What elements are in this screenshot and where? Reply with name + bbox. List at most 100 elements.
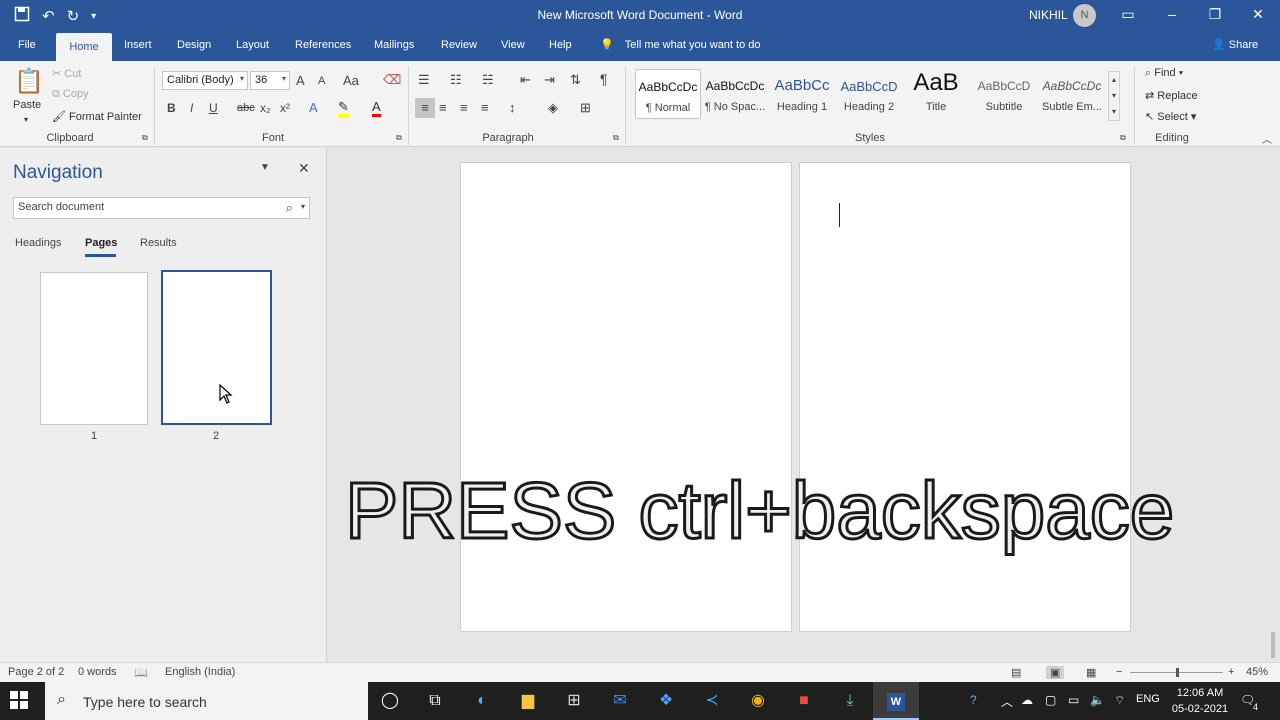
text-effects-icon[interactable]: A: [309, 100, 318, 115]
align-center-icon[interactable]: ≡: [439, 100, 447, 115]
word-taskbar-icon[interactable]: W: [873, 682, 919, 720]
zoom-in-icon[interactable]: +: [1228, 666, 1234, 678]
select-button[interactable]: ↖ Select ▾: [1145, 110, 1196, 123]
replace-button[interactable]: ⇄ Replace: [1145, 89, 1198, 102]
tab-headings[interactable]: Headings: [15, 237, 61, 249]
align-left-icon[interactable]: ≡: [415, 98, 435, 118]
windows-start-icon[interactable]: [10, 691, 28, 714]
tab-design[interactable]: Design: [177, 39, 211, 51]
chevron-down-icon[interactable]: ▼: [260, 162, 270, 173]
font-size-combo[interactable]: 36 ▾: [250, 71, 290, 90]
language[interactable]: English (India): [165, 666, 235, 678]
tab-home[interactable]: Home: [56, 33, 112, 61]
vscode-icon[interactable]: ≺: [689, 682, 735, 720]
shading-icon[interactable]: ◈: [548, 100, 558, 116]
strikethrough-button[interactable]: abc: [237, 102, 255, 114]
font-color-icon[interactable]: A: [372, 100, 381, 117]
paste-icon[interactable]: 📋: [14, 67, 44, 96]
store-icon[interactable]: ⊞: [551, 682, 597, 720]
tab-results[interactable]: Results: [140, 237, 177, 249]
show-hide-icon[interactable]: ¶: [600, 71, 608, 87]
numbering-icon[interactable]: ☷: [450, 72, 462, 88]
page-thumbnail-1[interactable]: [40, 272, 148, 425]
tab-references[interactable]: References: [295, 39, 351, 51]
vertical-scrollbar[interactable]: [1271, 632, 1275, 658]
paste-button[interactable]: Paste: [13, 99, 41, 111]
highlight-icon[interactable]: ✎: [338, 100, 349, 117]
chevron-up-icon[interactable]: ︿: [1001, 693, 1013, 710]
edge-icon[interactable]: ◐: [459, 682, 505, 720]
document-area[interactable]: [328, 148, 1280, 662]
device-icon[interactable]: ▢: [1045, 693, 1056, 707]
volume-icon[interactable]: 🔈: [1090, 693, 1105, 707]
web-layout-icon[interactable]: ▦: [1086, 666, 1096, 679]
restore-button[interactable]: ❐: [1200, 6, 1230, 23]
style-subtle-emphasis[interactable]: AaBbCcDc Subtle Em...: [1039, 69, 1105, 119]
document-page-2[interactable]: [799, 162, 1131, 632]
cut-button[interactable]: ✂ Cut: [52, 67, 81, 80]
sort-icon[interactable]: ⇅: [570, 72, 581, 88]
style-heading-2[interactable]: AaBbCcD Heading 2: [836, 69, 902, 119]
styles-scroll-icon[interactable]: ▴ ▾ ▾: [1108, 71, 1120, 121]
bullets-icon[interactable]: ☰: [418, 72, 430, 88]
ribbon-display-options-button[interactable]: ▭: [1113, 6, 1143, 23]
tab-review[interactable]: Review: [441, 39, 477, 51]
share-button[interactable]: 👤 Share: [1212, 38, 1258, 51]
increase-indent-icon[interactable]: ⇥: [544, 72, 555, 88]
copy-button[interactable]: ⧉ Copy: [52, 88, 89, 101]
tab-mailings[interactable]: Mailings: [374, 39, 414, 51]
superscript-button[interactable]: x²: [280, 101, 290, 115]
find-button[interactable]: ⌕ Find ▾: [1145, 67, 1183, 80]
onedrive-icon[interactable]: ☁: [1021, 693, 1033, 707]
tab-insert[interactable]: Insert: [124, 39, 152, 51]
paste-dropdown-icon[interactable]: ▾: [24, 115, 28, 124]
borders-icon[interactable]: ⊞: [580, 100, 591, 116]
italic-button[interactable]: I: [190, 101, 193, 115]
paragraph-launcher-icon[interactable]: ⧉: [613, 133, 619, 143]
word-count[interactable]: 0 words: [78, 666, 117, 678]
avatar[interactable]: N: [1073, 4, 1096, 27]
help-tray-icon[interactable]: ?: [970, 693, 977, 707]
page-count[interactable]: Page 2 of 2: [8, 666, 64, 678]
style-normal[interactable]: AaBbCcDc ¶ Normal: [635, 69, 701, 119]
tab-view[interactable]: View: [501, 39, 525, 51]
tab-help[interactable]: Help: [549, 39, 572, 51]
clear-formatting-icon[interactable]: ⌫: [383, 72, 401, 88]
tell-me-box[interactable]: 💡 Tell me what you want to do: [600, 38, 761, 51]
style-subtitle[interactable]: AaBbCcD Subtitle: [971, 69, 1037, 119]
subscript-button[interactable]: x₂: [260, 101, 271, 115]
grow-font-icon[interactable]: A: [296, 73, 305, 88]
multilevel-list-icon[interactable]: ☵: [482, 72, 494, 88]
search-input[interactable]: Search document ⌕ ▾: [13, 197, 310, 219]
collapse-ribbon-icon[interactable]: ︿: [1262, 131, 1272, 146]
proofing-icon[interactable]: 📖: [134, 666, 148, 679]
battery-icon[interactable]: ▭: [1068, 693, 1079, 707]
dropbox-icon[interactable]: ❖: [643, 682, 689, 720]
zoom-level[interactable]: 45%: [1246, 666, 1268, 678]
print-layout-icon[interactable]: ▣: [1046, 666, 1065, 679]
format-painter-button[interactable]: 🖌 Format Painter: [52, 110, 142, 123]
user-name[interactable]: NIKHIL: [1029, 8, 1068, 22]
recorder-icon[interactable]: ■: [781, 682, 827, 720]
font-name-combo[interactable]: Calibri (Body) ▾: [162, 71, 248, 90]
mail-icon[interactable]: ✉: [597, 682, 643, 720]
close-button[interactable]: ✕: [1243, 6, 1273, 23]
chevron-down-icon[interactable]: ▾: [301, 202, 305, 211]
change-case-icon[interactable]: Aa: [343, 73, 359, 88]
style-no-spacing[interactable]: AaBbCcDc ¶ No Spac...: [702, 69, 768, 119]
shrink-font-icon[interactable]: A: [318, 75, 325, 87]
minimize-button[interactable]: –: [1157, 6, 1187, 22]
language-indicator[interactable]: ENG: [1136, 693, 1160, 705]
align-right-icon[interactable]: ≡: [460, 100, 468, 115]
chrome-icon[interactable]: ◉: [735, 682, 781, 720]
wifi-icon[interactable]: ⌔: [1114, 693, 1125, 708]
font-launcher-icon[interactable]: ⧉: [396, 133, 402, 143]
justify-icon[interactable]: ≡: [481, 100, 489, 115]
file-explorer-icon[interactable]: ▆: [505, 682, 551, 720]
cortana-icon[interactable]: ◯: [367, 682, 413, 720]
styles-launcher-icon[interactable]: ⧉: [1120, 133, 1126, 143]
zoom-out-icon[interactable]: −: [1116, 666, 1122, 678]
bold-button[interactable]: B: [167, 101, 176, 115]
close-icon[interactable]: ✕: [298, 160, 310, 177]
page-thumbnail-2[interactable]: [161, 270, 272, 425]
